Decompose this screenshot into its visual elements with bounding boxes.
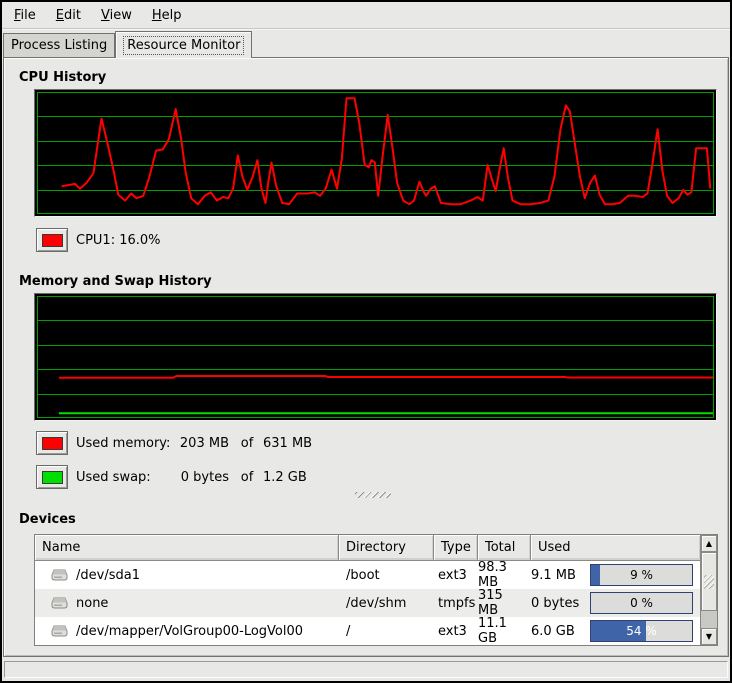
device-name: none — [76, 596, 108, 611]
device-used: 6.0 GB — [531, 624, 575, 639]
usage-progress-bar: 9 % — [590, 564, 693, 586]
tab-bar: Process Listing Resource Monitor — [3, 30, 252, 57]
device-used: 0 bytes — [531, 596, 579, 611]
menu-help[interactable]: Help — [142, 3, 192, 28]
cpu1-usage-label: CPU1: 16.0% — [76, 233, 161, 248]
scrollbar-trough[interactable] — [701, 611, 717, 628]
system-monitor-window: File Edit View Help Process Listing Reso… — [0, 0, 732, 683]
devices-scrollbar: ▲ ▼ — [700, 535, 717, 645]
column-header-total[interactable]: Total — [478, 535, 531, 561]
used-memory-color-button[interactable] — [36, 431, 68, 455]
device-total: 98.3 MB — [478, 561, 531, 589]
used-swap-color-button[interactable] — [36, 465, 68, 489]
used-swap-color-swatch — [42, 471, 63, 484]
device-name: /dev/sda1 — [76, 568, 140, 583]
memory-swap-chart — [34, 293, 717, 421]
scroll-up-button[interactable]: ▲ — [701, 535, 717, 552]
memory-swap-graph — [37, 296, 714, 418]
used-memory-legend: Used memory: 203 MB of 631 MB — [36, 431, 312, 455]
scrollbar-thumb[interactable] — [701, 552, 717, 611]
device-name: /dev/mapper/VolGroup00-LogVol00 — [76, 624, 303, 639]
used-swap-value: 0 bytes — [173, 470, 229, 485]
cpu1-color-button[interactable] — [36, 228, 68, 252]
pane-resize-grip[interactable] — [355, 492, 391, 498]
device-row-none[interactable]: none /dev/shm tmpfs 315 MB 0 bytes 0 % — [35, 589, 700, 617]
arrow-down-icon: ▼ — [706, 633, 712, 641]
resource-monitor-page: CPU History CPU1: 16.0% Memory and Swap … — [3, 57, 729, 657]
tab-process-listing[interactable]: Process Listing — [3, 33, 115, 57]
used-swap-label: Used swap: — [76, 470, 173, 485]
cpu1-color-swatch — [42, 234, 63, 247]
devices-table-header: Name Directory Type Total Used — [35, 535, 700, 561]
used-swap-legend: Used swap: 0 bytes of 1.2 GB — [36, 465, 307, 489]
arrow-up-icon: ▲ — [706, 540, 712, 548]
usage-percent-label: 9 % — [591, 565, 692, 585]
usage-progress-bar: 54 % — [590, 620, 693, 642]
cpu-history-graph — [37, 92, 714, 214]
device-directory: /dev/shm — [339, 589, 434, 617]
used-memory-label: Used memory: — [76, 436, 173, 451]
cpu-history-chart — [34, 89, 717, 217]
used-swap-total: 1.2 GB — [263, 470, 307, 485]
used-swap-of: of — [234, 470, 260, 485]
tab-resource-monitor[interactable]: Resource Monitor — [115, 31, 252, 58]
device-directory: / — [339, 617, 434, 645]
device-type: tmpfs — [434, 589, 478, 617]
device-type: ext3 — [434, 617, 478, 645]
device-total: 11.1 GB — [478, 617, 531, 645]
usage-percent-label: 0 % — [591, 593, 692, 613]
menubar: File Edit View Help — [2, 2, 730, 29]
drive-icon — [50, 568, 69, 582]
drive-icon — [50, 596, 69, 610]
menu-view[interactable]: View — [91, 3, 142, 28]
column-header-directory[interactable]: Directory — [339, 535, 434, 561]
cpu-legend: CPU1: 16.0% — [36, 228, 161, 252]
scroll-down-button[interactable]: ▼ — [701, 628, 717, 645]
cpu-history-title: CPU History — [19, 70, 106, 85]
scrollbar-grip-icon — [704, 575, 714, 589]
usage-progress-bar: 0 % — [590, 592, 693, 614]
memory-swap-title: Memory and Swap History — [19, 274, 212, 289]
menu-file[interactable]: File — [4, 3, 46, 28]
menu-edit[interactable]: Edit — [46, 3, 91, 28]
column-header-name[interactable]: Name — [35, 535, 339, 561]
device-row-sda1[interactable]: /dev/sda1 /boot ext3 98.3 MB 9.1 MB 9 % — [35, 561, 700, 589]
used-memory-of: of — [234, 436, 260, 451]
column-header-used[interactable]: Used — [531, 535, 700, 561]
device-type: ext3 — [434, 561, 478, 589]
column-header-type[interactable]: Type — [434, 535, 478, 561]
devices-title: Devices — [19, 512, 76, 527]
used-memory-color-swatch — [42, 437, 63, 450]
device-row-volgroup[interactable]: /dev/mapper/VolGroup00-LogVol00 / ext3 1… — [35, 617, 700, 645]
used-memory-total: 631 MB — [263, 436, 312, 451]
devices-table: Name Directory Type Total Used /dev/sda1 — [34, 534, 718, 646]
device-used: 9.1 MB — [531, 568, 576, 583]
usage-percent-label: 54 % — [591, 621, 692, 641]
drive-icon — [50, 624, 69, 638]
device-total: 315 MB — [478, 589, 531, 617]
statusbar — [4, 661, 728, 678]
device-directory: /boot — [339, 561, 434, 589]
used-memory-value: 203 MB — [173, 436, 229, 451]
